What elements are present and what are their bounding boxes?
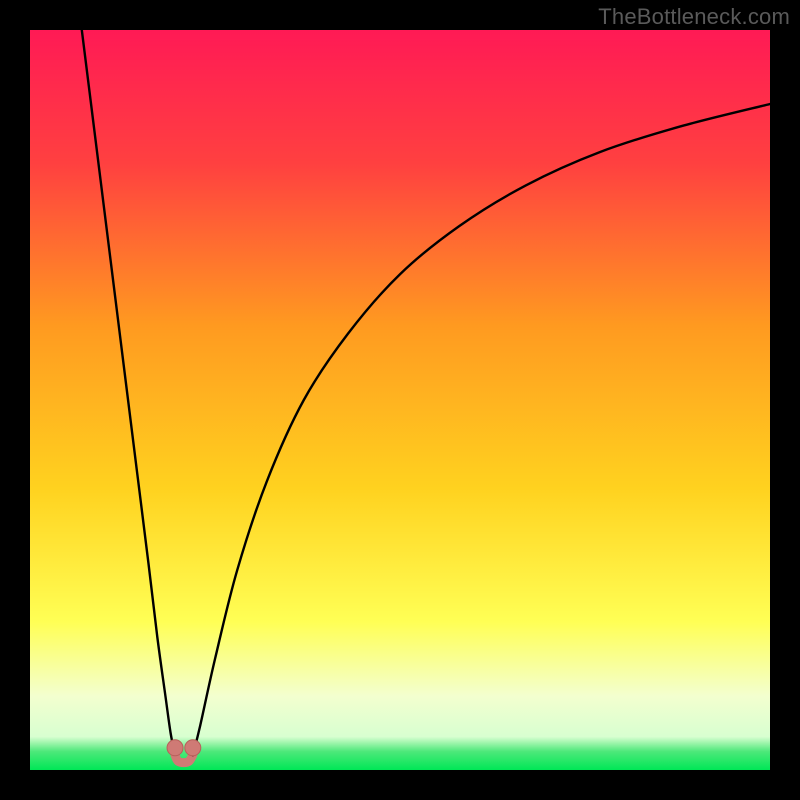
- watermark-text: TheBottleneck.com: [598, 4, 790, 30]
- gradient-background: [30, 30, 770, 770]
- trough-marker-trough-left: [167, 740, 183, 756]
- chart-frame: [30, 30, 770, 770]
- trough-marker-trough-right: [185, 740, 201, 756]
- bottleneck-chart-svg: [30, 30, 770, 770]
